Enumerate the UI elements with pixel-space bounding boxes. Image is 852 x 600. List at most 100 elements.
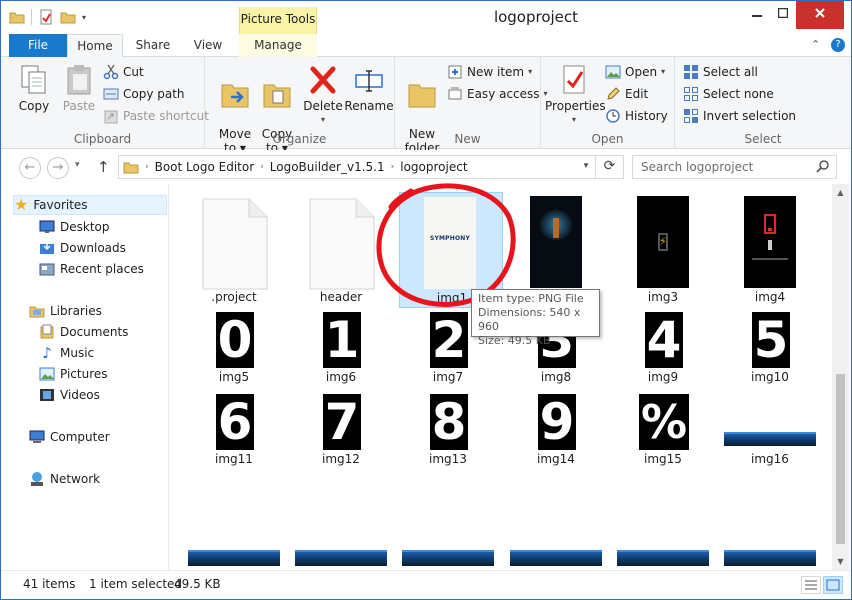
copy-label: Copy xyxy=(18,99,50,113)
address-bar[interactable]: › Boot Logo Editor › LogoBuilder_v1.5.1 … xyxy=(118,155,624,179)
file-item-partial[interactable] xyxy=(182,546,286,570)
file-item-partial[interactable] xyxy=(396,546,500,570)
nav-network[interactable]: Network xyxy=(29,469,100,489)
chevron-right-icon[interactable]: › xyxy=(391,162,395,172)
details-view-button[interactable] xyxy=(801,576,821,594)
new-item-icon xyxy=(448,65,462,79)
file-item-img4[interactable]: img4 xyxy=(718,194,822,306)
invert-selection-icon xyxy=(684,109,698,123)
copy-button[interactable]: Copy xyxy=(11,63,57,113)
scrollbar-thumb[interactable] xyxy=(836,374,845,544)
file-item-partial[interactable] xyxy=(611,546,715,570)
file-name: img12 xyxy=(322,452,360,466)
digit-thumbnail: % xyxy=(639,394,689,450)
file-item-partial[interactable] xyxy=(289,546,393,570)
chevron-right-icon[interactable]: › xyxy=(260,162,264,172)
file-name: img15 xyxy=(644,452,682,466)
refresh-button[interactable]: ⟳ xyxy=(595,155,623,179)
file-item-img3[interactable]: ⚡ img3 xyxy=(611,194,715,306)
vertical-scrollbar[interactable]: ▲ ▼ xyxy=(832,184,849,570)
back-button[interactable]: ← xyxy=(19,157,41,179)
breadcrumb-logoproject[interactable]: logoproject xyxy=(400,160,467,174)
nav-music[interactable]: ♪ Music xyxy=(39,343,94,363)
nav-videos-label: Videos xyxy=(60,388,100,402)
tab-manage[interactable]: Manage xyxy=(239,34,317,57)
rename-button[interactable]: Rename xyxy=(343,63,395,113)
copy-path-button[interactable]: Copy path xyxy=(103,84,185,104)
forward-button[interactable]: → xyxy=(47,157,69,179)
up-icon[interactable]: ↑ xyxy=(97,158,110,176)
delete-button[interactable]: Delete ▾ xyxy=(301,63,345,127)
rename-icon xyxy=(355,70,383,92)
cut-button[interactable]: Cut xyxy=(103,62,144,82)
file-item-img11[interactable]: 6 img11 xyxy=(182,392,286,470)
tab-share[interactable]: Share xyxy=(125,34,181,57)
select-none-icon xyxy=(684,87,698,101)
paste-label: Paste xyxy=(62,99,96,113)
file-item-img5[interactable]: 0 img5 xyxy=(182,310,286,388)
chevron-right-icon[interactable]: › xyxy=(145,162,149,172)
file-item-img10[interactable]: 5 img10 xyxy=(718,310,822,388)
minimize-button[interactable] xyxy=(744,1,770,29)
nav-favorites[interactable]: ★ Favorites xyxy=(13,195,167,215)
delete-dropdown-icon[interactable]: ▾ xyxy=(301,113,345,127)
nav-libraries[interactable]: Libraries xyxy=(29,301,102,321)
properties-dropdown-icon[interactable]: ▾ xyxy=(545,113,603,127)
open-group-label: Open xyxy=(591,132,624,146)
file-item-img14[interactable]: 9 img14 xyxy=(504,392,608,470)
paste-button[interactable]: Paste xyxy=(57,63,101,113)
edit-button[interactable]: Edit xyxy=(605,84,648,104)
properties-button[interactable]: Properties ▾ xyxy=(545,63,606,127)
new-item-button[interactable]: New item ▾ xyxy=(447,62,532,82)
close-icon xyxy=(815,8,825,18)
select-all-button[interactable]: Select all xyxy=(683,62,758,82)
file-name: img4 xyxy=(754,290,786,304)
nav-computer[interactable]: Computer xyxy=(29,427,110,447)
large-icons-view-button[interactable] xyxy=(823,576,843,594)
paste-icon xyxy=(67,65,91,95)
select-none-button[interactable]: Select none xyxy=(683,84,774,104)
recent-locations-icon[interactable]: ▾ xyxy=(75,160,80,170)
address-history-icon[interactable]: ▾ xyxy=(577,155,595,179)
file-item-partial[interactable] xyxy=(504,546,608,570)
nav-desktop-label: Desktop xyxy=(60,220,110,234)
new-group-label: New xyxy=(454,132,481,146)
nav-pictures-label: Pictures xyxy=(60,367,108,381)
nav-videos[interactable]: Videos xyxy=(39,385,100,405)
file-item-img9[interactable]: 4 img9 xyxy=(611,310,715,388)
file-item-img15[interactable]: % img15 xyxy=(611,392,715,470)
scroll-up-icon[interactable]: ▲ xyxy=(832,184,849,201)
ribbon-collapse-icon[interactable]: ⌃ xyxy=(811,38,820,51)
help-icon[interactable]: ? xyxy=(831,38,845,52)
invert-selection-label: Invert selection xyxy=(703,109,797,123)
file-item-project[interactable]: .project xyxy=(182,194,286,306)
paste-shortcut-button[interactable]: Paste shortcut xyxy=(103,106,209,126)
file-item-img12[interactable]: 7 img12 xyxy=(289,392,393,470)
nav-desktop[interactable]: Desktop xyxy=(39,217,110,237)
close-button[interactable] xyxy=(796,1,844,29)
open-button[interactable]: Open ▾ xyxy=(605,62,665,82)
tab-view[interactable]: View xyxy=(181,34,235,57)
nav-downloads[interactable]: Downloads xyxy=(39,238,126,258)
easy-access-button[interactable]: Easy access ▾ xyxy=(447,84,548,104)
search-input[interactable]: Search logoproject xyxy=(632,155,837,179)
properties-icon[interactable] xyxy=(38,9,54,25)
file-item-partial[interactable] xyxy=(718,546,822,570)
tab-file[interactable]: File xyxy=(9,34,67,57)
history-button[interactable]: History xyxy=(605,106,668,126)
nav-pictures[interactable]: Pictures xyxy=(39,364,108,384)
maximize-button[interactable] xyxy=(770,1,796,29)
breadcrumb-logobuilder[interactable]: LogoBuilder_v1.5.1 xyxy=(270,160,385,174)
nav-recent-places[interactable]: Recent places xyxy=(39,259,144,279)
breadcrumb-boot-logo-editor[interactable]: Boot Logo Editor xyxy=(155,160,255,174)
file-item-img6[interactable]: 1 img6 xyxy=(289,310,393,388)
nav-documents[interactable]: Documents xyxy=(39,322,128,342)
file-item-img16[interactable]: img16 xyxy=(718,392,822,470)
new-folder-icon[interactable] xyxy=(60,9,76,25)
invert-selection-button[interactable]: Invert selection xyxy=(683,106,796,126)
file-item-img13[interactable]: 8 img13 xyxy=(396,392,500,470)
tab-home[interactable]: Home xyxy=(67,34,123,58)
select-group-label: Select xyxy=(744,132,782,146)
customize-toolbar-icon[interactable]: ▾ xyxy=(82,13,86,22)
scroll-down-icon[interactable]: ▼ xyxy=(832,553,849,570)
